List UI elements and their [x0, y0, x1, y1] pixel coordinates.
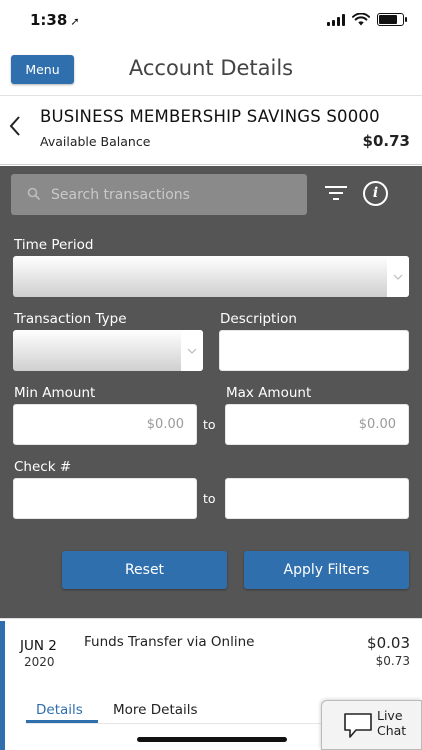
wifi-icon [352, 13, 370, 26]
tab-divider [26, 723, 326, 724]
check-number-label: Check # [14, 459, 72, 475]
check-to-label: to [203, 491, 216, 506]
tab-more-details[interactable]: More Details [113, 702, 198, 718]
cellular-signal-icon [327, 13, 345, 26]
tab-details[interactable]: Details [36, 702, 83, 718]
transaction-year: 2020 [24, 655, 55, 669]
transaction-amount: $0.03 [367, 634, 410, 652]
active-tab-indicator [26, 720, 98, 723]
search-input[interactable] [51, 174, 301, 215]
status-icons [327, 13, 407, 26]
transaction-type-select[interactable] [13, 330, 203, 371]
min-amount-label: Min Amount [14, 385, 96, 401]
transaction-accent-bar [0, 621, 5, 750]
back-chevron-icon[interactable] [8, 115, 22, 137]
reset-button[interactable]: Reset [62, 551, 227, 589]
filter-icon[interactable] [324, 184, 348, 202]
check-from-input[interactable] [13, 478, 197, 519]
transaction-running-balance: $0.73 [375, 654, 410, 668]
description-input[interactable] [219, 330, 409, 371]
chat-bubble-icon [344, 713, 372, 738]
info-icon[interactable]: i [363, 181, 388, 206]
account-details-screen: 1:38 ➚ Menu Account Details BUSINESS MEMB… [0, 0, 422, 750]
description-label: Description [220, 311, 297, 327]
search-icon [27, 187, 41, 201]
account-name: BUSINESS MEMBERSHIP SAVINGS S0000 [40, 107, 380, 126]
max-amount-input[interactable] [225, 404, 409, 445]
available-balance-value: $0.73 [362, 132, 410, 150]
check-to-input[interactable] [225, 478, 409, 519]
battery-fill [379, 15, 398, 24]
max-amount-label: Max Amount [226, 385, 312, 401]
location-arrow-icon: ➚ [70, 15, 80, 28]
available-balance-label: Available Balance [40, 134, 151, 149]
transaction-date: JUN 2 [20, 638, 57, 654]
time-period-select[interactable] [13, 256, 409, 297]
app-header: Menu Account Details [0, 42, 422, 96]
transaction-description: Funds Transfer via Online [84, 634, 255, 650]
home-indicator [137, 737, 287, 742]
apply-filters-button[interactable]: Apply Filters [244, 551, 409, 589]
status-bar: 1:38 ➚ [0, 0, 422, 42]
transaction-type-label: Transaction Type [14, 311, 127, 327]
page-title: Account Details [128, 56, 294, 80]
live-chat-button[interactable]: Live Chat [321, 700, 422, 750]
filter-panel: i Time Period Transaction Type Descripti… [0, 166, 422, 618]
time-period-label: Time Period [14, 237, 94, 253]
account-summary: BUSINESS MEMBERSHIP SAVINGS S0000 Availa… [0, 97, 422, 165]
status-time: 1:38 ➚ [30, 11, 80, 29]
amount-to-label: to [203, 417, 216, 432]
search-box [11, 174, 307, 215]
live-chat-label: Live Chat [377, 708, 407, 738]
chevron-down-icon [181, 330, 203, 371]
min-amount-input[interactable] [13, 404, 197, 445]
battery-icon [377, 13, 407, 26]
chevron-down-icon [387, 256, 409, 297]
